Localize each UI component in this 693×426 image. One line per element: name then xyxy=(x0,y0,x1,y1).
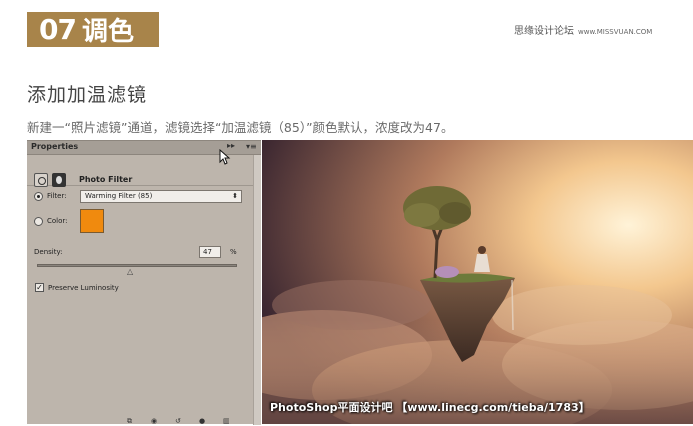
density-slider[interactable] xyxy=(37,264,237,267)
preserve-luminosity-checkbox[interactable]: ✓ xyxy=(35,283,44,292)
floating-island-photo xyxy=(262,140,693,424)
panel-scrollbar[interactable] xyxy=(253,155,261,425)
select-arrow-icon: ⬍ xyxy=(232,192,238,200)
adjustment-layer-icon[interactable] xyxy=(34,173,48,187)
panel-menu-icon[interactable]: ▾≡ xyxy=(246,142,257,151)
section-badge-title: 调色 xyxy=(81,17,134,47)
site-name: 思缘设计论坛 xyxy=(514,26,574,37)
properties-tab[interactable]: Properties xyxy=(31,142,78,151)
site-watermark: 思缘设计论坛 www.MISSVUAN.COM xyxy=(514,22,652,37)
filter-label: Filter: xyxy=(47,192,67,200)
color-radio[interactable] xyxy=(34,217,43,226)
properties-panel: Properties ▸▸ ▾≡ Photo Filter Filter: Wa… xyxy=(27,140,261,425)
step-title: 添加加温滤镜 xyxy=(27,84,148,106)
filter-select-value: Warming Filter (85) xyxy=(85,192,153,200)
density-input[interactable]: 47 xyxy=(199,246,221,258)
filter-select[interactable]: Warming Filter (85) ⬍ xyxy=(80,190,242,203)
mouse-cursor-icon xyxy=(219,149,231,165)
section-number: 07 xyxy=(39,13,77,46)
site-url: www.MISSVUAN.COM xyxy=(578,28,653,36)
section-badge: 07 调色 xyxy=(27,12,159,47)
adjustment-name: Photo Filter xyxy=(79,175,133,184)
color-label: Color: xyxy=(47,217,68,225)
filter-radio[interactable] xyxy=(34,192,43,201)
step-description: 新建一“照片滤镜”通道，滤镜选择“加温滤镜（85）”颜色默认，浓度改为47。 xyxy=(27,120,454,135)
layer-mask-icon[interactable] xyxy=(52,173,66,187)
preview-image xyxy=(262,140,693,424)
color-swatch[interactable] xyxy=(80,209,104,233)
density-slider-thumb[interactable]: △ xyxy=(127,267,133,276)
density-label: Density: xyxy=(34,248,63,256)
photo-watermark-caption: PhotoShop平面设计吧 【www.linecg.com/tieba/178… xyxy=(270,401,590,414)
preserve-luminosity-label: Preserve Luminosity xyxy=(48,284,119,292)
density-unit: % xyxy=(230,248,237,256)
